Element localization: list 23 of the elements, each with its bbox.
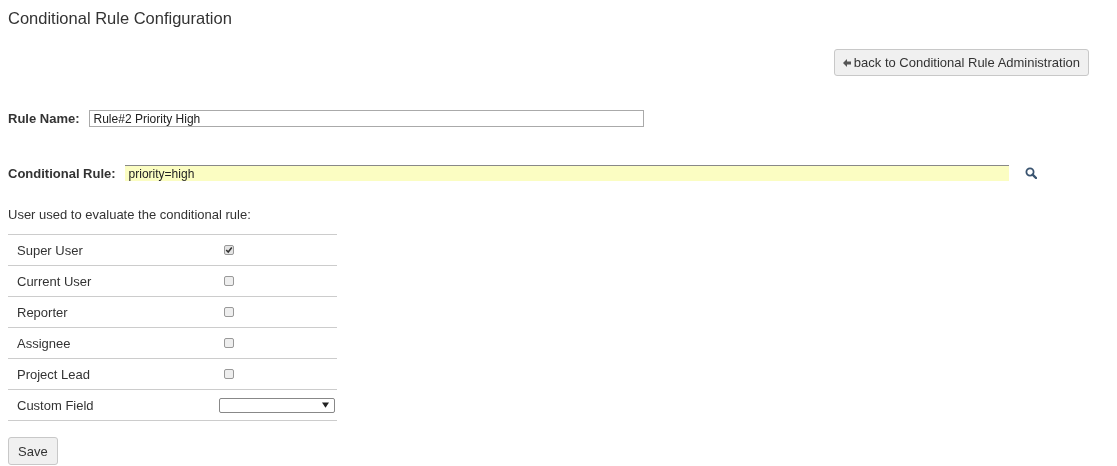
rule-name-field[interactable]: Rule#2 Priority High [88,110,644,127]
page-title: Conditional Rule Configuration [8,8,233,28]
arrow-left-icon [842,58,851,67]
checkbox[interactable] [224,245,234,255]
conditional-rule-field[interactable]: priority=high [124,165,1009,181]
option-label: Custom Field [16,397,95,413]
section-label: User used to evaluate the conditional rule: [8,206,252,224]
search-icon[interactable] [1024,167,1037,179]
option-label: Super User [16,242,84,258]
option-label: Reporter [16,304,69,320]
field-label: Conditional Rule: [8,165,116,181]
option-label: Current User [16,273,93,289]
back-button[interactable]: back to Conditional Rule Administration [833,49,1089,76]
checkbox[interactable] [224,276,234,286]
option-label: Assignee [16,335,72,351]
option-label: Project Lead [16,366,91,382]
checkbox[interactable] [224,369,234,379]
field-label: Rule Name: [8,111,80,126]
caret-icon [322,402,329,408]
dropdown[interactable] [219,397,335,413]
checkbox[interactable] [224,307,234,317]
save-button[interactable]: Save [8,437,58,465]
checkbox[interactable] [224,338,234,348]
